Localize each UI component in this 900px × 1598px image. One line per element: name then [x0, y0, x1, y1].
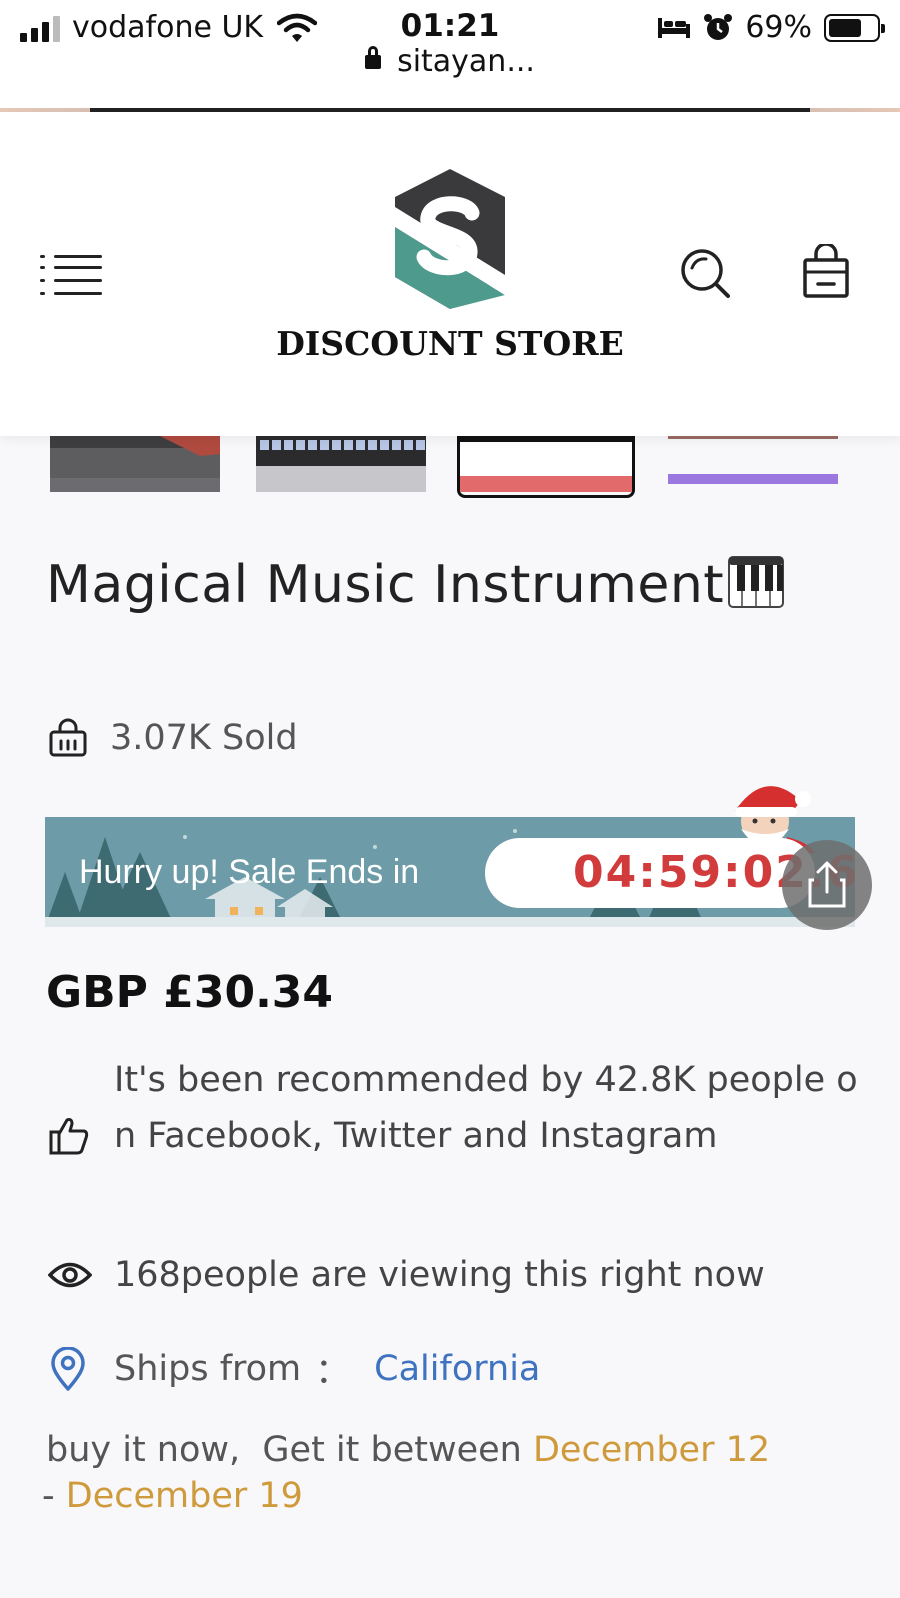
thumbnail-image	[50, 436, 220, 492]
menu-icon-dot	[40, 279, 45, 282]
status-bar: vodafone UK 01:21 sitayan... 69%	[0, 0, 900, 112]
piano-icon	[728, 556, 785, 608]
sale-countdown-banner: Hurry up! Sale Ends in 04:59:02.6	[45, 786, 857, 927]
thumbnail-image	[668, 436, 838, 492]
menu-button[interactable]	[40, 252, 104, 298]
menu-icon-line	[54, 292, 102, 295]
viewers-text: 168people are viewing this right now	[114, 1255, 765, 1295]
product-price: GBP £30.34	[46, 967, 334, 1018]
thumbnail-1[interactable]	[50, 436, 220, 492]
share-button[interactable]	[782, 840, 872, 930]
cart-button[interactable]	[800, 242, 852, 300]
menu-icon-dot	[40, 255, 45, 258]
product-title-text: Magical Music Instrument	[46, 555, 725, 615]
viewers-row: 168people are viewing this right now	[48, 1255, 765, 1295]
basket-icon	[49, 718, 87, 757]
store-logo[interactable]	[390, 167, 510, 312]
search-icon	[681, 249, 730, 298]
delivery-end-date: December 19	[65, 1476, 303, 1516]
alarm-icon	[704, 13, 733, 40]
delivery-estimate: buy it now, Get it between December 12 -…	[42, 1427, 866, 1519]
delivery-prefix: buy it now, Get it between	[46, 1430, 533, 1470]
url-text: sitayan...	[397, 44, 535, 79]
ships-from-row: Ships from ： California	[50, 1343, 540, 1394]
lock-icon	[365, 46, 382, 69]
thumbnail-image	[460, 436, 632, 492]
thumbnail-3-selected[interactable]	[457, 436, 635, 498]
site-header: DISCOUNT STORE	[0, 112, 900, 436]
bed-icon	[658, 17, 691, 38]
menu-icon-line	[54, 255, 102, 258]
ships-from-separator: ：	[315, 1352, 351, 1392]
shopping-bag-icon	[803, 242, 849, 298]
search-button[interactable]	[678, 246, 732, 300]
menu-icon-line	[54, 266, 102, 269]
product-thumbnails	[0, 436, 900, 498]
thumbnail-2[interactable]	[256, 436, 426, 492]
eye-icon	[48, 1262, 92, 1288]
ships-from-label: Ships from	[114, 1348, 302, 1389]
status-right: 69%	[657, 10, 885, 45]
countdown-pill: 04:59:02.6	[485, 838, 857, 908]
delivery-start-date: December 12	[532, 1430, 771, 1470]
sold-text: 3.07K Sold	[110, 718, 298, 758]
recommendation-text: It's been recommended by 42.8K people on…	[114, 1060, 858, 1156]
menu-icon-line	[54, 279, 102, 282]
sold-count: 3.07K Sold	[48, 718, 298, 758]
battery-icon	[824, 13, 885, 42]
battery-percent: 69%	[745, 10, 812, 45]
address-bar[interactable]: sitayan...	[0, 44, 900, 79]
thumbs-up-icon	[49, 1118, 89, 1155]
delivery-dash: -	[42, 1476, 66, 1516]
thumbnail-image	[256, 436, 426, 492]
share-icon	[808, 861, 846, 908]
menu-icon-dot	[40, 266, 45, 269]
menu-icon-dot	[40, 292, 45, 295]
thumbnail-4[interactable]	[668, 436, 838, 492]
location-pin-icon	[51, 1346, 85, 1391]
sale-text: Hurry up! Sale Ends in	[79, 853, 420, 891]
brand-name: DISCOUNT STORE	[276, 324, 624, 363]
ships-from-location[interactable]: California	[374, 1349, 540, 1389]
product-title: Magical Music Instrument	[46, 555, 785, 615]
